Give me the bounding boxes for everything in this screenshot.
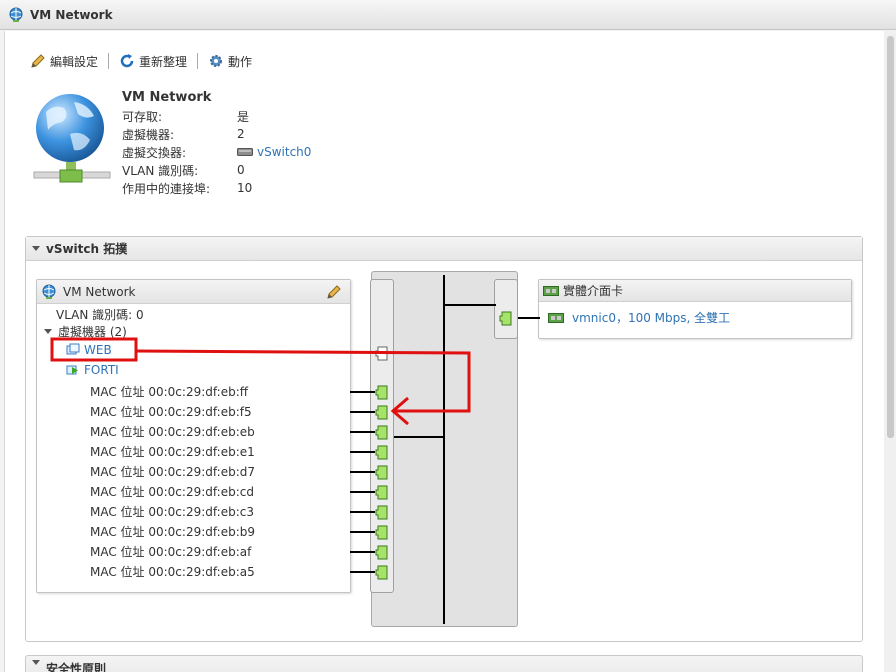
mac-address-row: MAC 位址 00:0c:29:df:eb:af	[90, 545, 252, 559]
vmnic0-link[interactable]: vmnic0，100 Mbps, 全雙工	[572, 309, 730, 326]
vm-forti-link[interactable]: FORTI	[84, 363, 119, 377]
nic-icon	[543, 285, 559, 296]
mac-address-row: MAC 位址 00:0c:29:df:eb:eb	[90, 425, 255, 439]
toolbar-separator	[197, 53, 199, 69]
vswitch-icon	[237, 148, 253, 156]
network-summary: VM Network 可存取: 是 虛擬機器: 2 虛擬交換器: vSwitch…	[122, 90, 311, 197]
security-policy-section-header[interactable]: 安全性原則	[25, 655, 863, 672]
network-icon	[42, 284, 56, 299]
topology-section-title: vSwitch 拓撲	[46, 242, 128, 256]
refresh-button[interactable]: 重新整理	[119, 53, 187, 70]
mac-address-row: MAC 位址 00:0c:29:df:eb:d7	[90, 465, 256, 479]
collapse-arrow-icon	[32, 660, 40, 665]
summary-row-accessible: 可存取: 是	[122, 109, 250, 124]
window-title: VM Network	[30, 7, 113, 22]
vm-port[interactable]	[375, 465, 388, 480]
vswitch-link[interactable]: vSwitch0	[257, 145, 311, 159]
vm-port[interactable]	[375, 505, 388, 520]
mac-address-row: MAC 位址 00:0c:29:df:eb:e1	[90, 445, 255, 459]
vm-web-link[interactable]: WEB	[84, 343, 112, 357]
security-policy-title: 安全性原則	[46, 662, 107, 672]
vm-item-forti[interactable]: FORTI	[66, 363, 119, 377]
vm-group-toggle[interactable]: 虛擬機器 (2)	[44, 323, 127, 340]
vm-port[interactable]	[375, 385, 388, 400]
portgroup-vlan: VLAN 識別碼: 0	[56, 308, 144, 322]
vm-port[interactable]	[375, 405, 388, 420]
summary-row-vlan: VLAN 識別碼: 0	[122, 163, 245, 178]
collapse-arrow-icon	[32, 246, 40, 251]
scrollbar-thumb[interactable]	[887, 36, 894, 438]
mac-address-row: MAC 位址 00:0c:29:df:eb:cd	[90, 485, 254, 499]
vm-port[interactable]	[375, 445, 388, 460]
actions-label: 動作	[228, 54, 253, 69]
physical-adapter-header: 實體介面卡	[539, 280, 851, 302]
vm-port[interactable]	[375, 525, 388, 540]
summary-row-vms: 虛擬機器: 2	[122, 127, 245, 142]
network-icon	[9, 7, 23, 22]
mac-address-row: MAC 位址 00:0c:29:df:eb:ff	[90, 385, 249, 399]
topology-section-header[interactable]: vSwitch 拓撲	[26, 237, 862, 261]
summary-row-vswitch: 虛擬交換器: vSwitch0	[122, 145, 312, 160]
vm-port[interactable]	[375, 545, 388, 560]
summary-row-active-ports: 作用中的連接埠: 10	[122, 181, 253, 196]
mac-address-row: MAC 位址 00:0c:29:df:eb:a5	[90, 565, 255, 579]
mac-address-row: MAC 位址 00:0c:29:df:eb:b9	[90, 525, 256, 539]
pencil-icon[interactable]	[326, 284, 342, 300]
network-name: VM Network	[122, 90, 212, 105]
mac-address-row: MAC 位址 00:0c:29:df:eb:f5	[90, 405, 252, 419]
toolbar-separator	[108, 53, 110, 69]
refresh-label: 重新整理	[139, 54, 188, 69]
edit-settings-button[interactable]: 編輯設定	[30, 53, 98, 70]
refresh-icon	[120, 54, 134, 68]
vm-port[interactable]	[375, 565, 388, 580]
network-globe-icon	[33, 94, 111, 183]
portgroup-header: VM Network	[37, 280, 350, 304]
vm-powered-on-icon	[66, 365, 78, 375]
gear-icon	[210, 55, 223, 67]
vm-port-empty[interactable]	[375, 346, 388, 361]
vm-item-web[interactable]: WEB	[66, 343, 112, 357]
vm-group-label: 虛擬機器 (2)	[58, 325, 127, 339]
uplink-port[interactable]	[499, 311, 512, 326]
vm-port[interactable]	[375, 425, 388, 440]
vm-port[interactable]	[375, 485, 388, 500]
nic-icon	[548, 312, 564, 323]
actions-button[interactable]: 動作	[208, 53, 252, 70]
uplink-port-column	[494, 279, 518, 339]
toolbar: 編輯設定 重新整理 動作	[30, 52, 252, 70]
expand-arrow-icon	[44, 329, 52, 334]
nic-item-vmnic0[interactable]: vmnic0，100 Mbps, 全雙工	[548, 309, 730, 326]
physical-adapter-title: 實體介面卡	[563, 284, 624, 298]
vm-icon	[66, 343, 80, 355]
portgroup-title: VM Network	[63, 284, 136, 299]
window-titlebar: VM Network	[0, 0, 896, 30]
pencil-icon	[31, 54, 45, 68]
edit-settings-label: 編輯設定	[50, 54, 99, 69]
mac-address-row: MAC 位址 00:0c:29:df:eb:c3	[90, 505, 254, 519]
